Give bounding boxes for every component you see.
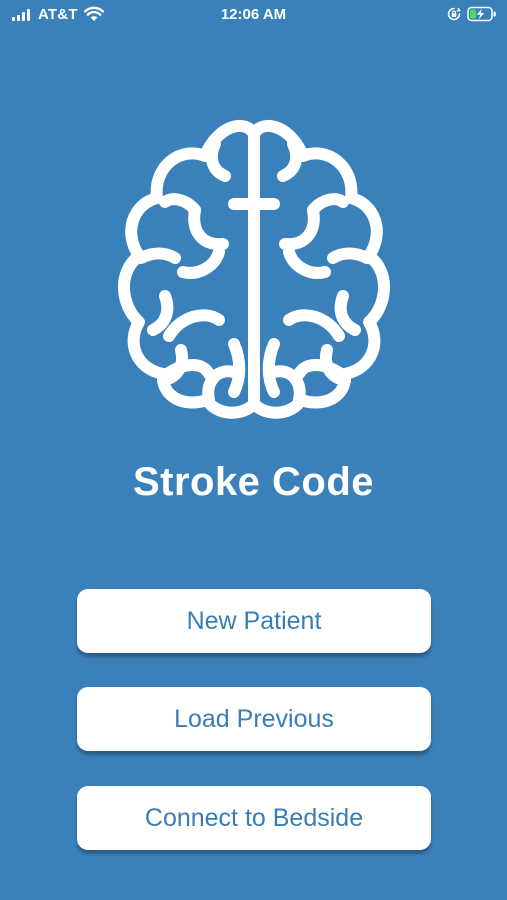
brain-icon xyxy=(118,119,390,419)
connect-to-bedside-button[interactable]: Connect to Bedside xyxy=(77,786,431,850)
launch-screen: AT&T 12:06 AM Stroke Code New Patient Lo… xyxy=(0,0,507,900)
new-patient-button[interactable]: New Patient xyxy=(77,589,431,653)
orientation-lock-icon xyxy=(447,7,461,21)
battery-charging-icon xyxy=(467,6,496,22)
status-bar: AT&T 12:06 AM xyxy=(0,0,507,32)
load-previous-button[interactable]: Load Previous xyxy=(77,687,431,751)
app-title: Stroke Code xyxy=(132,460,375,504)
status-time: 12:06 AM xyxy=(220,6,287,23)
